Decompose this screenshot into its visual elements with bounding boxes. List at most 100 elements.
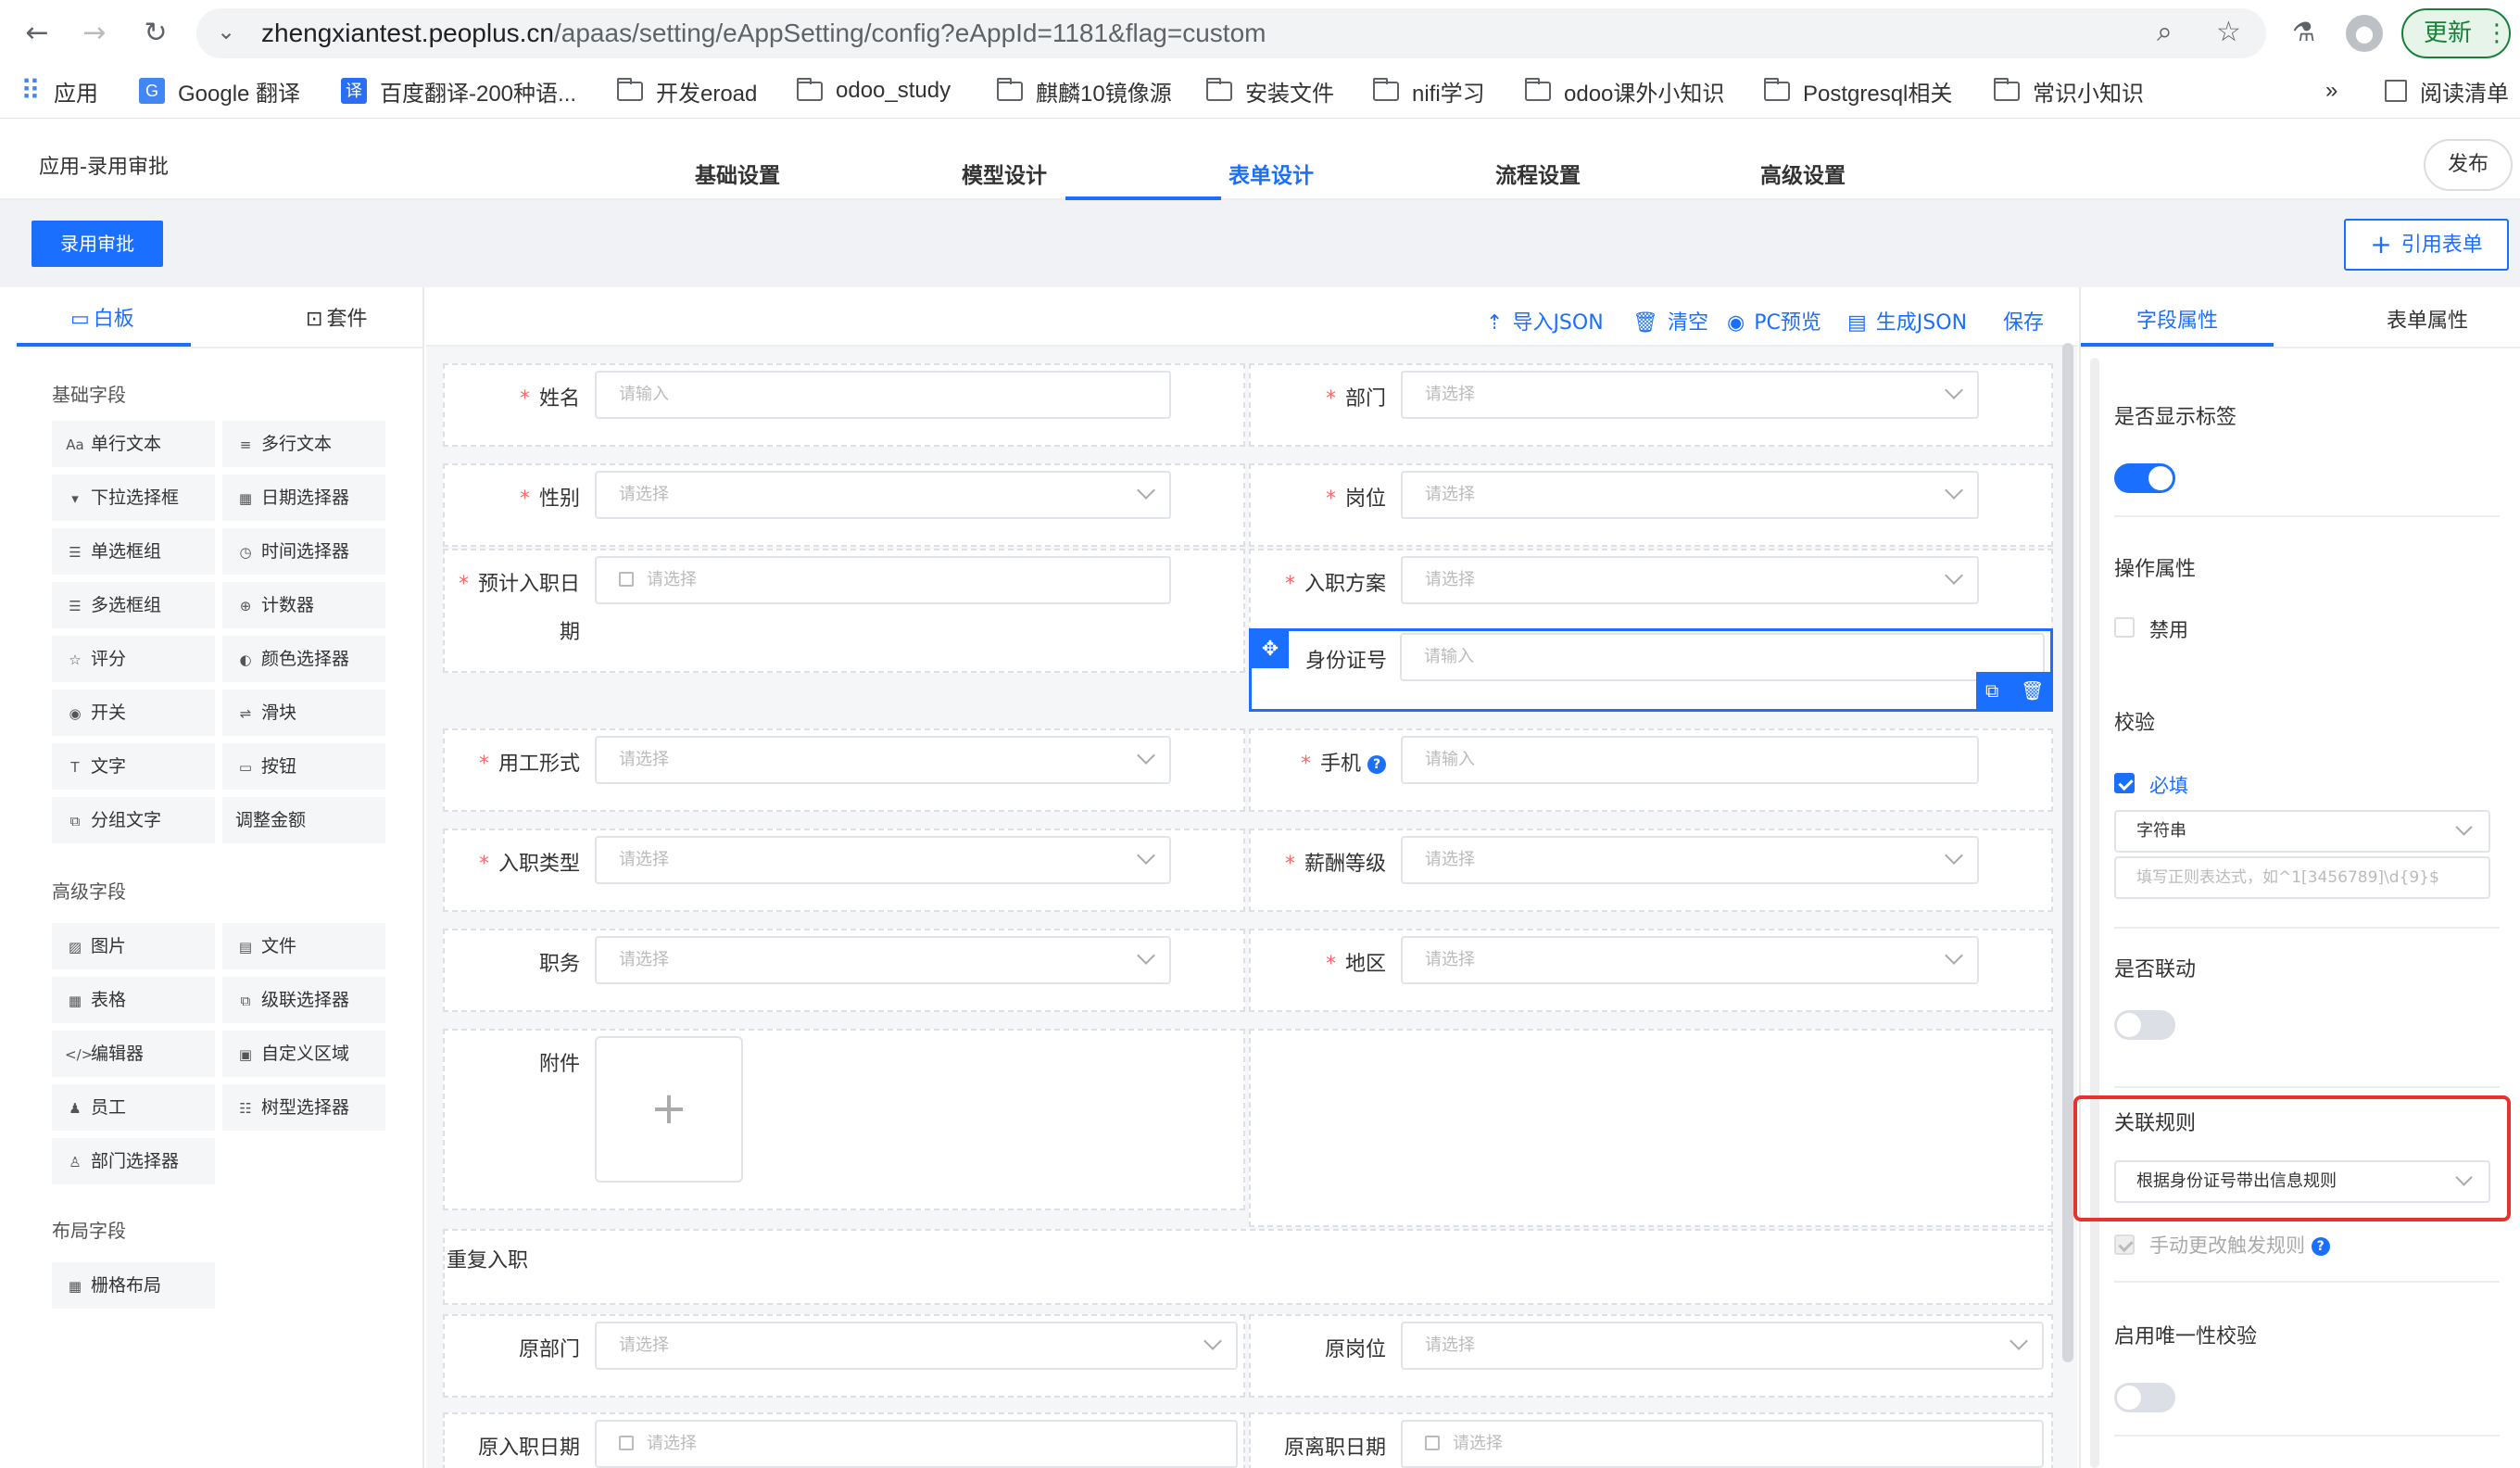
tab-basic-settings[interactable]: 基础设置 bbox=[695, 158, 780, 189]
field-item[interactable]: ⊕ 计数器 bbox=[222, 582, 385, 628]
linkage-toggle[interactable] bbox=[2114, 1010, 2175, 1040]
original-position-select[interactable]: 请选择 bbox=[1401, 1322, 2044, 1370]
form-name-button[interactable]: 录用审批 bbox=[32, 221, 163, 267]
forward-arrow-icon[interactable]: → bbox=[74, 13, 115, 54]
reading-list[interactable]: 阅读清单 bbox=[2385, 72, 2509, 109]
field-item[interactable]: ▾ 下拉选择框 bbox=[52, 475, 215, 521]
field-entry-type[interactable]: * 入职类型 请选择 bbox=[443, 829, 1245, 912]
import-json-button[interactable]: ⇡ 导入JSON bbox=[1486, 306, 1604, 335]
field-salary-level[interactable]: * 薪酬等级 请选择 bbox=[1249, 829, 2053, 912]
upload-plus-icon[interactable]: + bbox=[595, 1036, 743, 1183]
field-item[interactable]: ▭ 按钮 bbox=[222, 743, 385, 790]
field-id-card-selected[interactable]: ✥ 身份证号 请输入 ⧉ 🗑︎ bbox=[1249, 628, 2053, 712]
labs-flask-icon[interactable]: ⚗ bbox=[2292, 17, 2315, 47]
name-input[interactable]: 请输入 bbox=[595, 371, 1171, 419]
field-item[interactable]: ≡ 多行文本 bbox=[222, 421, 385, 467]
field-item[interactable]: ♟ 员工 bbox=[52, 1084, 215, 1131]
field-original-position[interactable]: 原岗位 请选择 bbox=[1249, 1314, 2053, 1398]
clear-button[interactable]: 🗑︎ 清空 bbox=[1632, 306, 1708, 335]
disable-checkbox[interactable] bbox=[2114, 617, 2135, 638]
phone-input[interactable]: 请输入 bbox=[1401, 736, 1979, 784]
bookmark-item[interactable]: 安装文件 bbox=[1206, 72, 1334, 109]
unique-validation-toggle[interactable] bbox=[2114, 1383, 2175, 1412]
generate-json-button[interactable]: ▤ 生成JSON bbox=[1847, 306, 1967, 335]
expected-entry-date-picker[interactable]: 请选择 bbox=[595, 556, 1171, 604]
field-item[interactable]: ▦ 栅格布局 bbox=[52, 1262, 215, 1309]
department-select[interactable]: 请选择 bbox=[1401, 371, 1979, 419]
tab-form-properties[interactable]: 表单属性 bbox=[2387, 304, 2468, 334]
field-expected-entry-date[interactable]: * 预计入职日 期 请选择 bbox=[443, 549, 1245, 673]
field-item[interactable]: ◐ 颜色选择器 bbox=[222, 636, 385, 682]
bookmark-item[interactable]: odoo课外小知识 bbox=[1525, 72, 1724, 109]
region-select[interactable]: 请选择 bbox=[1401, 936, 1979, 984]
field-department[interactable]: * 部门 请选择 bbox=[1249, 363, 2053, 447]
field-item[interactable]: ◉ 开关 bbox=[52, 690, 215, 736]
field-item[interactable]: ▤ 文件 bbox=[222, 923, 385, 969]
field-item[interactable]: ▨ 图片 bbox=[52, 923, 215, 969]
pc-preview-button[interactable]: ◉ PC预览 bbox=[1727, 306, 1821, 335]
bookmark-item[interactable]: Postgresql相关 bbox=[1764, 72, 1952, 109]
canvas-scrollbar[interactable] bbox=[2062, 343, 2073, 1362]
id-card-input[interactable]: 请输入 bbox=[1400, 633, 2045, 681]
field-entry-plan[interactable]: * 入职方案 请选择 bbox=[1249, 549, 2053, 632]
bookmark-item[interactable]: ⠿ 应用 bbox=[20, 72, 98, 109]
bookmark-item[interactable]: odoo_study bbox=[797, 72, 951, 109]
help-icon[interactable]: ? bbox=[2311, 1237, 2330, 1256]
copy-icon[interactable]: ⧉ bbox=[1985, 679, 1998, 702]
duty-select[interactable]: 请选择 bbox=[595, 936, 1171, 984]
bookmark-item[interactable]: 译百度翻译-200种语... bbox=[341, 72, 576, 109]
bookmark-item[interactable]: 常识小知识 bbox=[1994, 72, 2144, 109]
original-leave-date-picker[interactable]: 请选择 bbox=[1401, 1420, 2044, 1468]
delete-icon[interactable]: 🗑︎ bbox=[2021, 679, 2044, 702]
field-phone[interactable]: * 手机 ? 请输入 bbox=[1249, 728, 2053, 812]
address-bar[interactable]: ⌄ zhengxiantest.peoplus.cn/apaas/setting… bbox=[196, 8, 2266, 58]
publish-button[interactable]: 发布 bbox=[2424, 139, 2513, 191]
field-item[interactable]: </>编辑器 bbox=[52, 1031, 215, 1077]
field-employment-form[interactable]: * 用工形式 请选择 bbox=[443, 728, 1245, 812]
salary-level-select[interactable]: 请选择 bbox=[1401, 836, 1979, 884]
tab-suite[interactable]: ⊡ 套件 bbox=[306, 302, 367, 332]
field-item[interactable]: ◷ 时间选择器 bbox=[222, 528, 385, 575]
right-panel-scrollbar[interactable] bbox=[2090, 358, 2099, 1468]
help-icon[interactable]: ? bbox=[1367, 755, 1386, 774]
required-checkbox[interactable] bbox=[2114, 773, 2135, 793]
zoom-icon[interactable]: ⌕ bbox=[2157, 16, 2173, 48]
bookmark-item[interactable]: G Google 翻译 bbox=[139, 72, 300, 109]
field-item[interactable]: ⧉ 级联选择器 bbox=[222, 977, 385, 1023]
field-item[interactable]: ⇌ 滑块 bbox=[222, 690, 385, 736]
field-item[interactable]: ☰ 单选框组 bbox=[52, 528, 215, 575]
tab-process-settings[interactable]: 流程设置 bbox=[1495, 158, 1581, 189]
field-duty[interactable]: 职务 请选择 bbox=[443, 929, 1245, 1012]
save-button[interactable]: 保存 bbox=[2003, 306, 2044, 335]
validation-type-select[interactable]: 字符串 bbox=[2114, 810, 2490, 853]
field-name[interactable]: * 姓名 请输入 bbox=[443, 363, 1245, 447]
reload-icon[interactable]: ↻ bbox=[135, 13, 176, 54]
field-item[interactable]: ☆ 评分 bbox=[52, 636, 215, 682]
field-item[interactable]: ☰ 多选框组 bbox=[52, 582, 215, 628]
update-button[interactable]: 更新 ⋮ bbox=[2401, 8, 2511, 58]
regex-input[interactable]: 填写正则表达式，如^1[3456789]\d{9}$ bbox=[2114, 856, 2490, 899]
field-item[interactable]: ♙ 部门选择器 bbox=[52, 1138, 215, 1184]
field-original-department[interactable]: 原部门 请选择 bbox=[443, 1314, 1245, 1398]
position-select[interactable]: 请选择 bbox=[1401, 471, 1979, 519]
bookmark-star-icon[interactable]: ☆ bbox=[2216, 16, 2241, 48]
back-arrow-icon[interactable]: ← bbox=[17, 13, 57, 54]
field-gender[interactable]: * 性别 请选择 bbox=[443, 463, 1245, 547]
more-bookmarks[interactable]: » bbox=[2325, 72, 2337, 109]
tab-model-design[interactable]: 模型设计 bbox=[962, 158, 1047, 189]
field-item[interactable]: ▣ 自定义区域 bbox=[222, 1031, 385, 1077]
field-item[interactable]: ▦ 表格 bbox=[52, 977, 215, 1023]
show-label-toggle[interactable] bbox=[2114, 463, 2175, 493]
field-item[interactable]: Aa 单行文本 bbox=[52, 421, 215, 467]
bookmark-item[interactable]: nifi学习 bbox=[1373, 72, 1485, 109]
field-original-entry-date[interactable]: 原入职日期 请选择 bbox=[443, 1412, 1245, 1468]
field-original-leave-date[interactable]: 原离职日期 请选择 bbox=[1249, 1412, 2053, 1468]
tab-whiteboard[interactable]: ▭ 白板 bbox=[70, 302, 134, 332]
employment-form-select[interactable]: 请选择 bbox=[595, 736, 1171, 784]
original-department-select[interactable]: 请选择 bbox=[595, 1322, 1238, 1370]
field-position[interactable]: * 岗位 请选择 bbox=[1249, 463, 2053, 547]
tab-advanced-settings[interactable]: 高级设置 bbox=[1760, 158, 1846, 189]
field-item[interactable]: ▦ 日期选择器 bbox=[222, 475, 385, 521]
field-attachment[interactable]: 附件 + bbox=[443, 1029, 1245, 1210]
manual-trigger-checkbox[interactable] bbox=[2114, 1234, 2135, 1255]
